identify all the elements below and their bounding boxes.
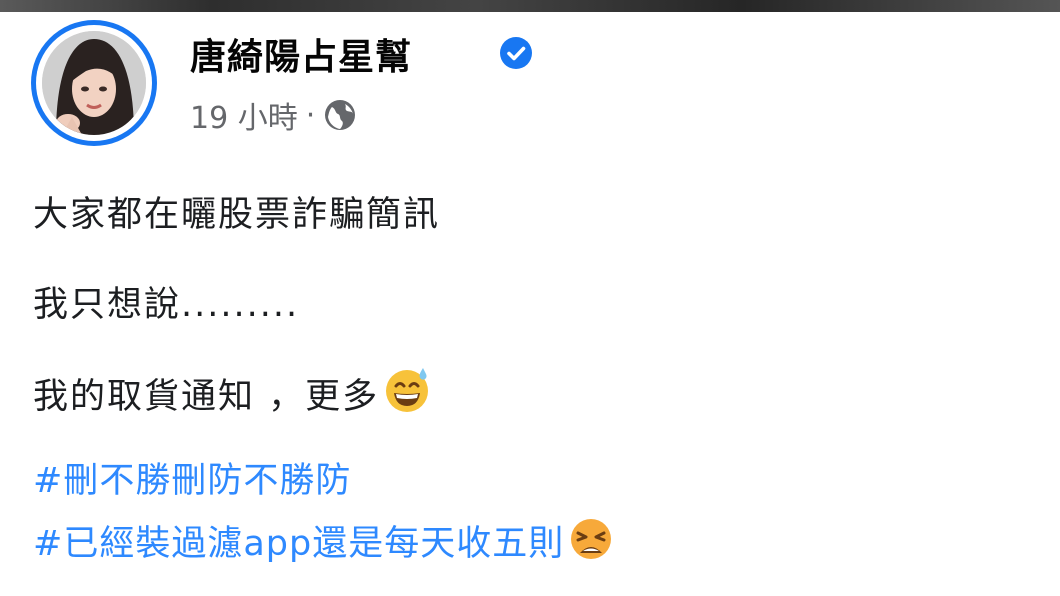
author-name[interactable]: 唐綺陽占星幫 (190, 28, 412, 78)
avatar-ring[interactable] (31, 20, 157, 146)
grinning-face-with-sweat-icon (386, 368, 429, 412)
verified-badge-icon (500, 37, 532, 69)
post-text-line-2: 我只想說......... (33, 285, 300, 325)
post-meta: 19 小時 · (190, 94, 357, 136)
post-text-line-3-text: 我的取貨通知 ，更多 (33, 377, 380, 417)
post-text-line-1: 大家都在曬股票詐騙簡訊 (33, 195, 441, 235)
globe-icon[interactable] (323, 98, 357, 132)
hashtag-link-1[interactable]: #刪不勝刪防不勝防 (33, 452, 351, 503)
avatar[interactable] (42, 31, 146, 135)
avatar-photo (42, 31, 146, 135)
hashtag-link-2[interactable]: #已經裝過濾app還是每天收五則 (33, 524, 564, 564)
post-text-line-3: 我的取貨通知 ，更多 (33, 364, 433, 419)
meta-separator: · (305, 97, 316, 133)
weary-face-icon (571, 519, 612, 559)
hashtag-line-2: #已經裝過濾app還是每天收五則 (33, 515, 614, 566)
post-timestamp[interactable]: 19 小時 (190, 93, 298, 137)
top-edge-strip (0, 0, 1060, 12)
